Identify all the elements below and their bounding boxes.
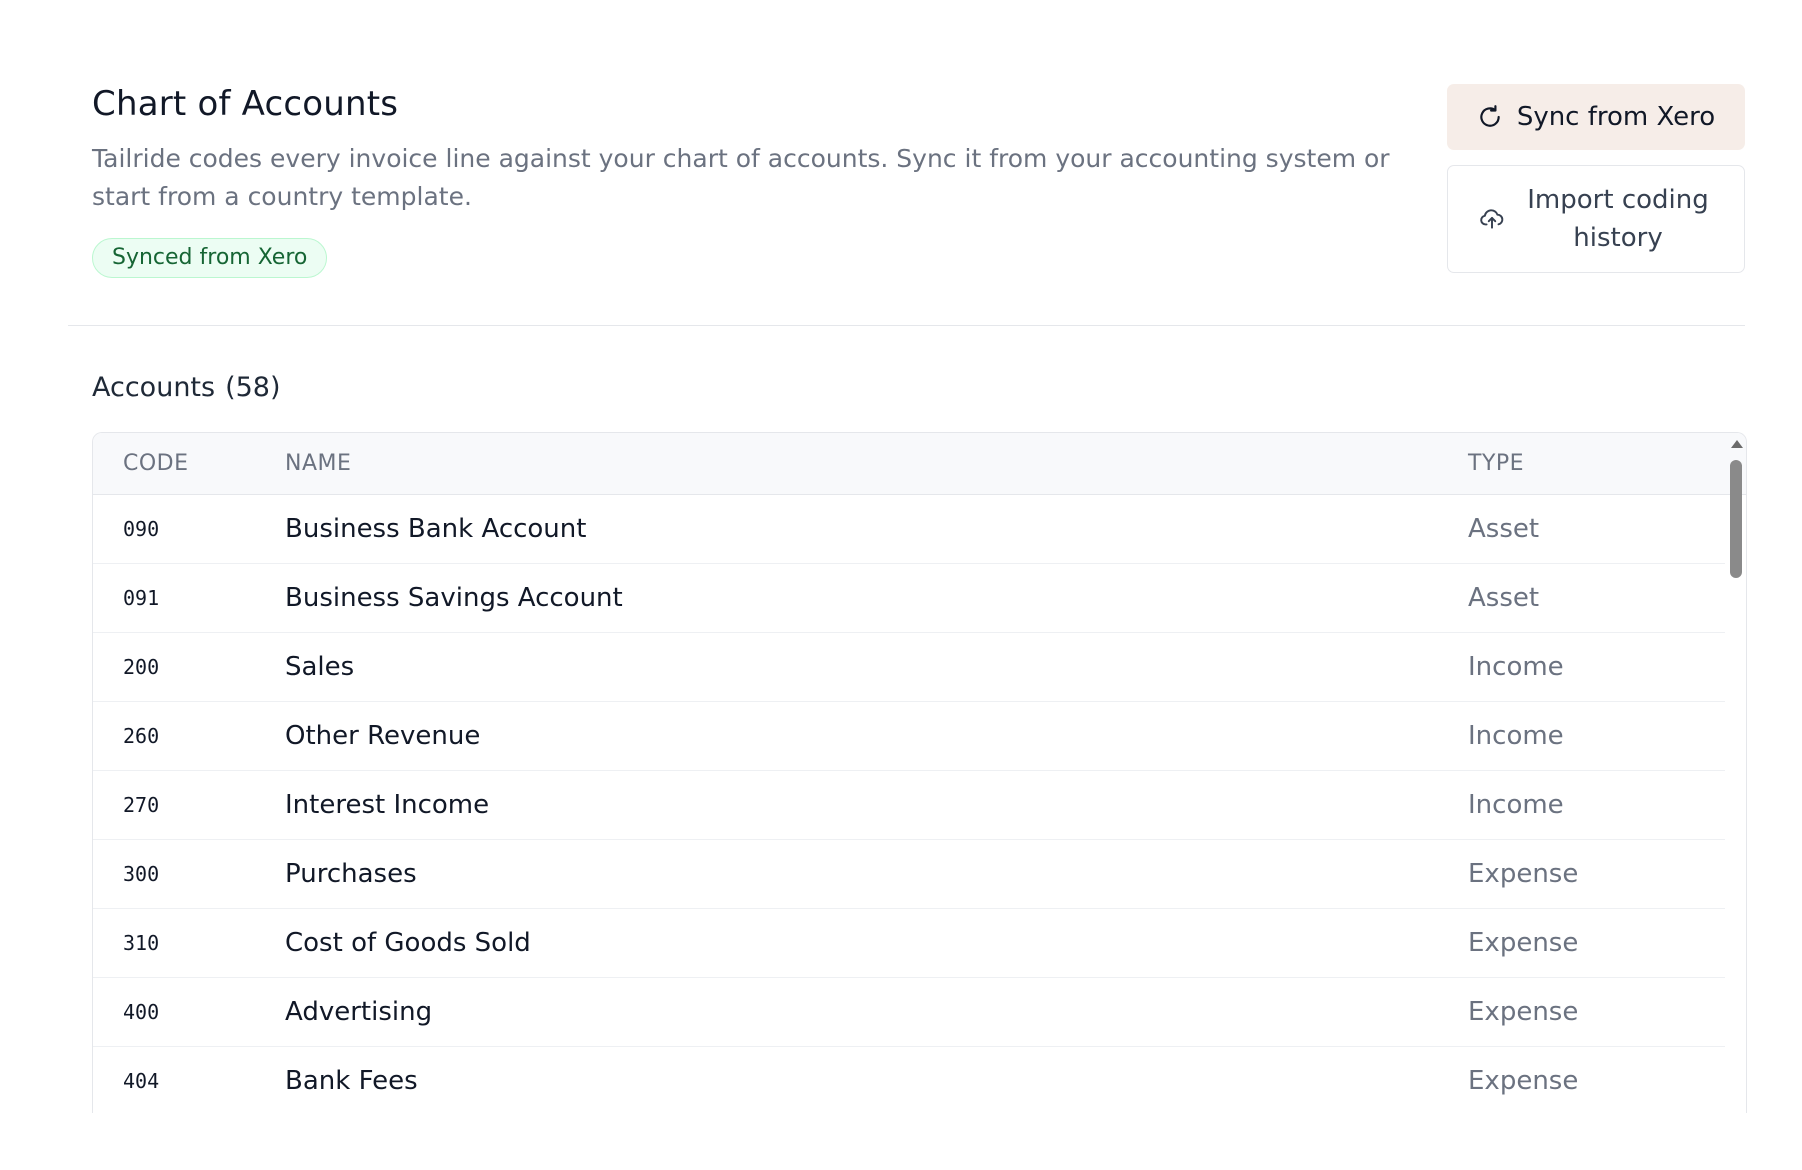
account-name: Bank Fees bbox=[285, 1066, 418, 1096]
account-name: Interest Income bbox=[285, 790, 490, 820]
table-header: CODE NAME TYPE bbox=[93, 433, 1746, 495]
account-type: Income bbox=[1468, 790, 1564, 820]
account-type: Expense bbox=[1468, 1066, 1579, 1096]
account-name: Cost of Goods Sold bbox=[285, 928, 531, 958]
table-row[interactable]: 300 Purchases Expense bbox=[93, 840, 1725, 909]
column-header-name[interactable]: NAME bbox=[285, 451, 1468, 476]
account-type: Expense bbox=[1468, 859, 1579, 889]
sync-from-xero-button[interactable]: Sync from Xero bbox=[1447, 84, 1745, 150]
account-code: 300 bbox=[123, 862, 160, 886]
account-name: Business Savings Account bbox=[285, 583, 623, 613]
sync-button-label: Sync from Xero bbox=[1516, 102, 1716, 132]
account-code: 310 bbox=[123, 931, 160, 955]
account-type: Income bbox=[1468, 652, 1564, 682]
column-header-type[interactable]: TYPE bbox=[1468, 451, 1746, 476]
account-type: Asset bbox=[1468, 583, 1540, 613]
account-name: Business Bank Account bbox=[285, 514, 587, 544]
accounts-section-title: Accounts (58) bbox=[92, 372, 281, 403]
page-description: Tailride codes every invoice line agains… bbox=[92, 144, 1390, 212]
account-type: Income bbox=[1468, 721, 1564, 751]
accounts-count: (58) bbox=[225, 372, 281, 403]
table-row[interactable]: 404 Bank Fees Expense bbox=[93, 1047, 1725, 1113]
table-row[interactable]: 090 Business Bank Account Asset bbox=[93, 495, 1725, 564]
account-type: Asset bbox=[1468, 514, 1540, 544]
refresh-icon bbox=[1477, 104, 1503, 130]
account-name: Other Revenue bbox=[285, 721, 481, 751]
table-row[interactable]: 400 Advertising Expense bbox=[93, 978, 1725, 1047]
scroll-up-arrow-icon[interactable] bbox=[1731, 440, 1743, 448]
account-name: Advertising bbox=[285, 997, 433, 1027]
cloud-upload-icon bbox=[1479, 206, 1505, 232]
account-code: 090 bbox=[123, 517, 160, 541]
import-coding-history-button[interactable]: Import coding history bbox=[1447, 165, 1745, 273]
table-row[interactable]: 270 Interest Income Income bbox=[93, 771, 1725, 840]
account-name: Purchases bbox=[285, 859, 417, 889]
table-scrollbar[interactable] bbox=[1728, 434, 1745, 1112]
account-code: 270 bbox=[123, 793, 160, 817]
section-divider bbox=[68, 325, 1745, 326]
import-button-label: Import coding history bbox=[1527, 185, 1709, 253]
accounts-label: Accounts bbox=[92, 372, 216, 403]
account-code: 091 bbox=[123, 586, 160, 610]
page-title: Chart of Accounts bbox=[92, 84, 399, 124]
accounts-table: CODE NAME TYPE 090 Business Bank Account… bbox=[92, 432, 1747, 1113]
account-name: Sales bbox=[285, 652, 355, 682]
table-row[interactable]: 310 Cost of Goods Sold Expense bbox=[93, 909, 1725, 978]
page-header: Chart of Accounts Tailride codes every i… bbox=[92, 82, 1392, 279]
table-row[interactable]: 260 Other Revenue Income bbox=[93, 702, 1725, 771]
account-type: Expense bbox=[1468, 997, 1579, 1027]
account-code: 260 bbox=[123, 724, 160, 748]
chart-of-accounts-page: Chart of Accounts Tailride codes every i… bbox=[0, 0, 1802, 1170]
account-code: 400 bbox=[123, 1000, 160, 1024]
table-row[interactable]: 200 Sales Income bbox=[93, 633, 1725, 702]
table-row[interactable]: 091 Business Savings Account Asset bbox=[93, 564, 1725, 633]
account-type: Expense bbox=[1468, 928, 1579, 958]
column-header-code[interactable]: CODE bbox=[93, 451, 285, 476]
account-code: 404 bbox=[123, 1069, 160, 1093]
account-code: 200 bbox=[123, 655, 160, 679]
status-badge: Synced from Xero bbox=[92, 238, 328, 279]
header-actions: Sync from Xero Import coding history bbox=[1447, 84, 1745, 273]
scrollbar-thumb[interactable] bbox=[1730, 460, 1742, 578]
